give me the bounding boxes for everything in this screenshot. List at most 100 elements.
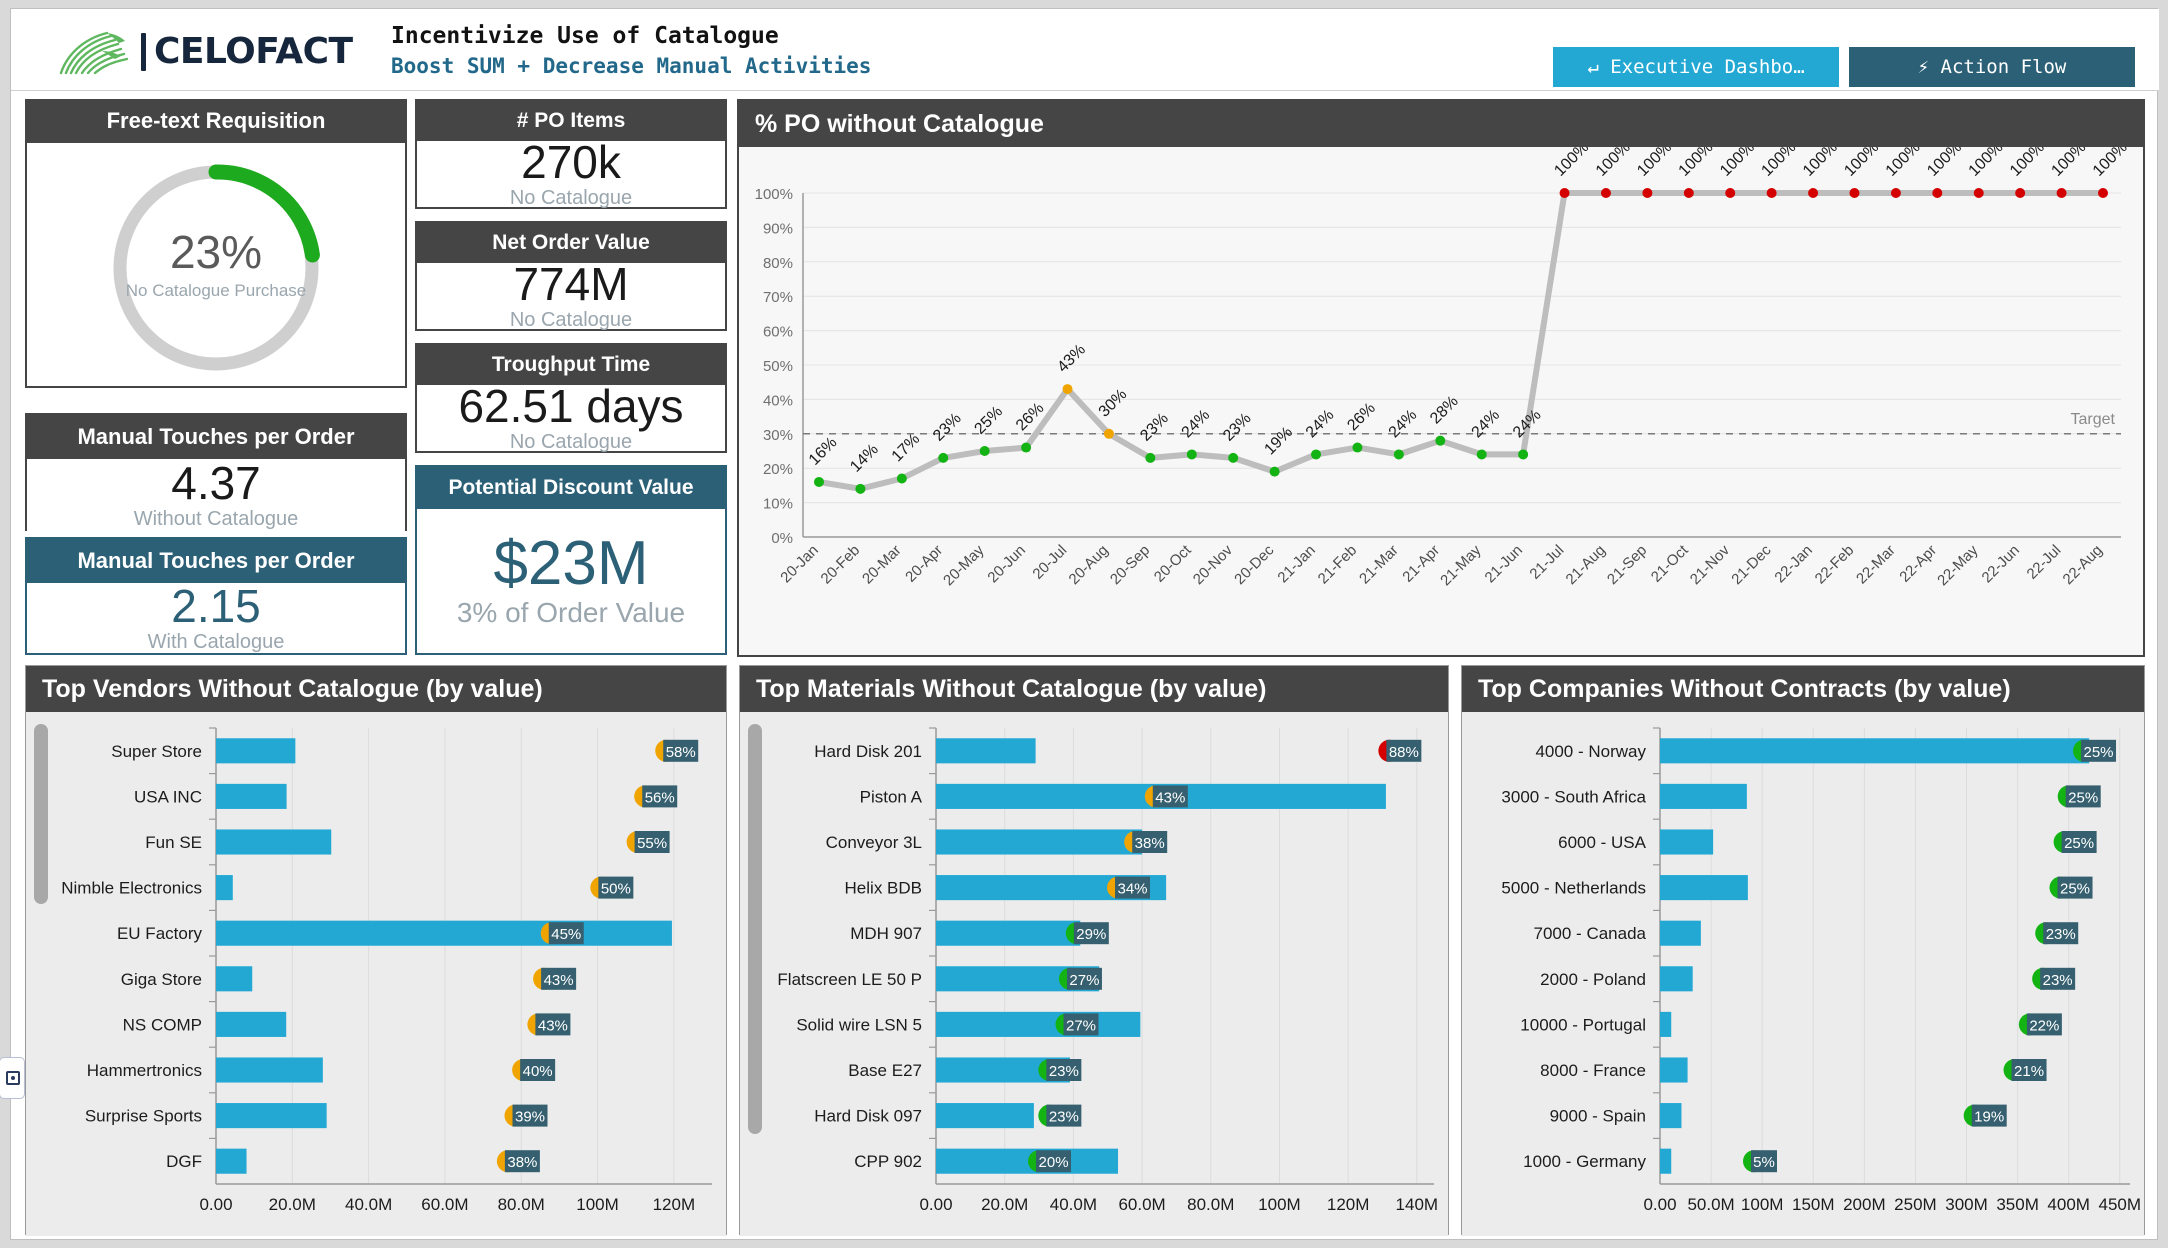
svg-text:Target: Target [2071,411,2116,428]
po-without-catalogue-panel: % PO without Catalogue 0% 10% 20% 30% 40% 50%… [737,99,2145,657]
kpi-manual-touches-without: Manual Touches per Order 4.37 Without Ca… [25,413,407,531]
svg-text:2000 - Poland: 2000 - Poland [1540,970,1646,989]
top-vendors-panel: Top Vendors Without Catalogue (by value)… [25,665,727,1236]
free-text-requisition-title: Free-text Requisition [25,99,407,143]
svg-text:45%: 45% [551,926,581,943]
svg-text:150M: 150M [1792,1195,1835,1214]
action-flow-button[interactable]: ⚡ Action Flow [1849,47,2135,87]
svg-text:20%: 20% [1039,1154,1069,1171]
kpi-value: 2.15 [171,579,261,632]
svg-text:300M: 300M [1945,1195,1988,1214]
svg-text:43%: 43% [1155,789,1185,806]
svg-text:23%: 23% [2043,972,2073,989]
svg-text:Helix BDB: Helix BDB [845,879,922,898]
page-title: Incentivize Use of Catalogue [391,23,779,49]
kpi-po-items: # PO Items 270k No Catalogue [415,99,727,209]
svg-text:100M: 100M [1741,1195,1784,1214]
brand-name: CELOFACT [154,31,353,72]
svg-text:6000 - USA: 6000 - USA [1558,833,1647,852]
kpi-caption: With Catalogue [147,630,285,653]
svg-text:0.00: 0.00 [199,1195,232,1214]
svg-text:30%: 30% [763,427,793,444]
svg-text:20.0M: 20.0M [269,1195,316,1214]
svg-text:25%: 25% [2084,744,2114,761]
svg-text:70%: 70% [763,289,793,306]
svg-text:Conveyor 3L: Conveyor 3L [826,833,922,852]
kpi-potential-discount: Potential Discount Value $23M 3% of Orde… [415,465,727,655]
kpi-title: Manual Touches per Order [27,415,405,459]
svg-text:80.0M: 80.0M [498,1195,545,1214]
svg-text:9000 - Spain: 9000 - Spain [1550,1107,1646,1126]
svg-text:88%: 88% [1389,744,1419,761]
svg-text:3000 - South Africa: 3000 - South Africa [1501,787,1646,806]
svg-text:100M: 100M [1258,1195,1301,1214]
svg-text:Fun SE: Fun SE [145,833,202,852]
po-without-catalogue-chart: 0% 10% 20% 30% 40% 50% 60% 70% 80% 90% 100% Target 1… [739,139,2143,659]
svg-text:38%: 38% [507,1154,537,1171]
svg-text:0.00: 0.00 [919,1195,952,1214]
svg-text:7000 - Canada: 7000 - Canada [1534,924,1647,943]
svg-text:120M: 120M [653,1195,696,1214]
svg-text:140M: 140M [1396,1195,1439,1214]
kpi-caption: No Catalogue [509,430,633,453]
svg-text:38%: 38% [1135,835,1165,852]
top-companies-title: Top Companies Without Contracts (by valu… [1462,666,2144,712]
svg-text:60.0M: 60.0M [1118,1195,1165,1214]
svg-text:60%: 60% [763,324,793,341]
svg-text:29%: 29% [1076,926,1106,943]
kpi-value: 4.37 [171,456,261,509]
svg-text:Super Store: Super Store [111,742,202,761]
svg-text:400M: 400M [2047,1195,2090,1214]
vendors-scrollbar-thumb[interactable] [34,724,48,904]
dashboard-root: CELOFACT Incentivize Use of Catalogue Bo… [0,8,2159,1240]
svg-text:250M: 250M [1894,1195,1937,1214]
kpi-title: Troughput Time [417,345,725,385]
svg-text:80%: 80% [763,255,793,272]
svg-text:Hammertronics: Hammertronics [87,1061,202,1080]
header-actions: ↵ Executive Dashbo… ⚡ Action Flow [1553,47,2135,87]
gauge-readout: 23% No Catalogue Purchase [126,229,307,301]
svg-text:34%: 34% [1118,881,1148,898]
svg-text:23%: 23% [2046,926,2076,943]
top-materials-body: Hard Disk 201 88% Piston A 43% Conveyor 3L 38… [740,712,1448,1236]
svg-text:50%: 50% [763,358,793,375]
svg-text:10000 - Portugal: 10000 - Portugal [1520,1015,1646,1034]
svg-text:20.0M: 20.0M [981,1195,1028,1214]
kpi-manual-touches-with: Manual Touches per Order 2.15 With Catal… [25,537,407,655]
materials-scrollbar-thumb[interactable] [748,724,762,1134]
svg-text:23%: 23% [1049,1063,1079,1080]
svg-text:NS COMP: NS COMP [123,1015,202,1034]
logo-divider [141,33,146,71]
svg-text:10%: 10% [763,496,793,513]
svg-text:100M: 100M [576,1195,619,1214]
svg-text:43%: 43% [544,972,574,989]
kpi-title: # PO Items [417,101,725,141]
svg-text:Base E27: Base E27 [848,1061,922,1080]
celofact-fern-logo-icon [59,31,129,75]
svg-text:Surprise Sports: Surprise Sports [85,1107,202,1126]
svg-text:25%: 25% [2064,835,2094,852]
kpi-caption: No Catalogue [509,186,633,209]
top-vendors-title: Top Vendors Without Catalogue (by value) [26,666,726,712]
svg-text:27%: 27% [1069,972,1099,989]
kpi-value: 62.51 days [458,379,684,432]
kpi-title: Potential Discount Value [417,467,725,509]
panel-toggle-icon [6,1071,20,1085]
svg-text:56%: 56% [645,789,675,806]
page-subtitle: Boost SUM + Decrease Manual Activities [391,54,872,79]
kpi-caption: 3% of Order Value [456,597,686,628]
svg-text:MDH 907: MDH 907 [850,924,922,943]
collapse-sidebar-button[interactable] [0,1057,25,1099]
top-materials-panel: Top Materials Without Catalogue (by valu… [739,665,1449,1236]
app-header: CELOFACT Incentivize Use of Catalogue Bo… [11,9,2159,91]
kpi-value: 774M [513,257,629,310]
svg-text:55%: 55% [637,835,667,852]
svg-text:0.00: 0.00 [1643,1195,1676,1214]
executive-dashboard-button[interactable]: ↵ Executive Dashbo… [1553,47,1839,87]
svg-text:21%: 21% [2014,1063,2044,1080]
svg-text:22%: 22% [2029,1017,2059,1034]
kpi-body: 2.15 With Catalogue [27,583,405,653]
svg-text:40%: 40% [523,1063,553,1080]
kpi-title: Manual Touches per Order [27,539,405,583]
svg-text:200M: 200M [1843,1195,1886,1214]
